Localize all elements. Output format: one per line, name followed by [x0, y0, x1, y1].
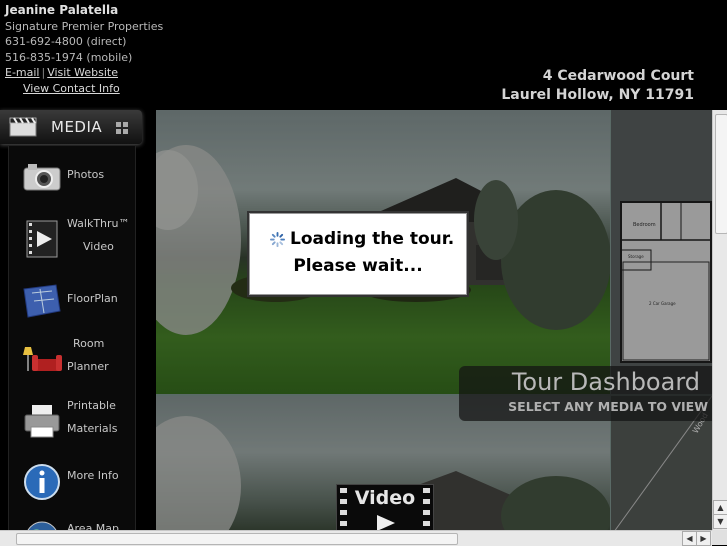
- media-item-room-planner[interactable]: Room Planner: [9, 329, 135, 389]
- film-play-icon: [26, 220, 58, 258]
- blueprint-icon: [23, 284, 61, 318]
- media-item-label: Photos: [67, 168, 105, 181]
- loading-message-line1: Loading the tour.: [290, 229, 455, 249]
- camera-icon: [23, 164, 61, 191]
- scroll-down-button[interactable]: ▼: [713, 514, 727, 529]
- agent-phone-direct: 631-692-4800 (direct): [5, 35, 127, 48]
- media-header-label: MEDIA: [51, 118, 103, 136]
- media-item-label: Area Map: [67, 522, 120, 530]
- vertical-scrollbar-thumb[interactable]: [715, 114, 727, 234]
- view-contact-info-link[interactable]: View Contact Info: [23, 81, 163, 97]
- printer-icon: [24, 405, 60, 438]
- link-separator: |: [41, 66, 46, 79]
- media-item-label: WalkThru™: [67, 217, 130, 230]
- media-header: MEDIA: [0, 110, 142, 144]
- dashboard-subtitle: SELECT ANY MEDIA TO VIEW: [508, 399, 708, 414]
- media-item-printable-materials[interactable]: Printable Materials: [9, 391, 135, 451]
- media-item-label-line2: Video: [83, 240, 114, 253]
- agent-name: Jeanine Palatella: [5, 3, 119, 17]
- video-button[interactable]: Video: [336, 484, 434, 530]
- media-item-floorplan[interactable]: FloorPlan: [9, 271, 135, 331]
- visit-website-link[interactable]: Visit Website: [47, 66, 118, 79]
- floorplan-preview: Bedroom Storage 2 Car Garage: [611, 110, 712, 394]
- horizontal-scrollbar-thumb[interactable]: [16, 533, 458, 545]
- property-city: Laurel Hollow, NY 11791: [501, 87, 694, 103]
- scroll-left-button[interactable]: ◀: [682, 531, 697, 546]
- email-link[interactable]: E-mail: [5, 66, 40, 79]
- media-item-label: More Info: [67, 469, 119, 482]
- grid-view-icon[interactable]: [116, 122, 128, 134]
- property-street: 4 Cedarwood Court: [542, 68, 694, 84]
- tour-viewport[interactable]: Bedroom Storage 2 Car Garage Wood Tour D…: [156, 110, 712, 530]
- agent-info: Jeanine Palatella Signature Premier Prop…: [5, 3, 163, 96]
- media-item-label-line2: Planner: [67, 360, 109, 373]
- media-item-label: FloorPlan: [67, 292, 118, 305]
- info-icon: [24, 464, 60, 500]
- scroll-right-button[interactable]: ▶: [696, 531, 711, 546]
- tour-dashboard-banner[interactable]: Tour Dashboard SELECT ANY MEDIA TO VIEW: [459, 366, 712, 421]
- video-button-label: Video: [354, 487, 416, 509]
- property-address: 4 Cedarwood Court Laurel Hollow, NY 1179…: [501, 67, 694, 105]
- media-item-walkthru-video[interactable]: WalkThru™ Video: [9, 209, 135, 269]
- media-panel: Photos WalkThru™ Video FloorPlan Room Pl…: [8, 146, 136, 530]
- media-item-more-info[interactable]: More Info: [9, 452, 135, 512]
- agent-links: E-mail | Visit Website: [5, 65, 163, 81]
- clapperboard-icon: [9, 117, 37, 137]
- scrollbar-corner: [712, 530, 727, 545]
- agent-company: Signature Premier Properties: [5, 19, 164, 33]
- media-item-label-line2: Materials: [67, 422, 118, 435]
- media-item-area-map[interactable]: Area Map: [9, 508, 135, 530]
- globe-icon: [27, 521, 57, 530]
- media-item-label: Printable: [67, 399, 116, 412]
- furniture-icon: [23, 347, 62, 371]
- loading-message-line2: Please wait...: [293, 256, 423, 276]
- dashboard-title: Tour Dashboard: [511, 368, 700, 396]
- loading-spinner-icon: [270, 232, 285, 247]
- media-item-label: Room: [73, 337, 105, 350]
- loading-dialog: Loading the tour. Please wait...: [249, 213, 467, 295]
- horizontal-scrollbar[interactable]: ◀ ▶: [0, 530, 712, 546]
- vertical-scrollbar[interactable]: ▲ ▼: [712, 110, 727, 530]
- floorplan-dim-overlay: [611, 110, 712, 394]
- scroll-up-button[interactable]: ▲: [713, 500, 727, 515]
- media-item-photos[interactable]: Photos: [9, 146, 135, 206]
- agent-phone-mobile: 516-835-1974 (mobile): [5, 50, 133, 64]
